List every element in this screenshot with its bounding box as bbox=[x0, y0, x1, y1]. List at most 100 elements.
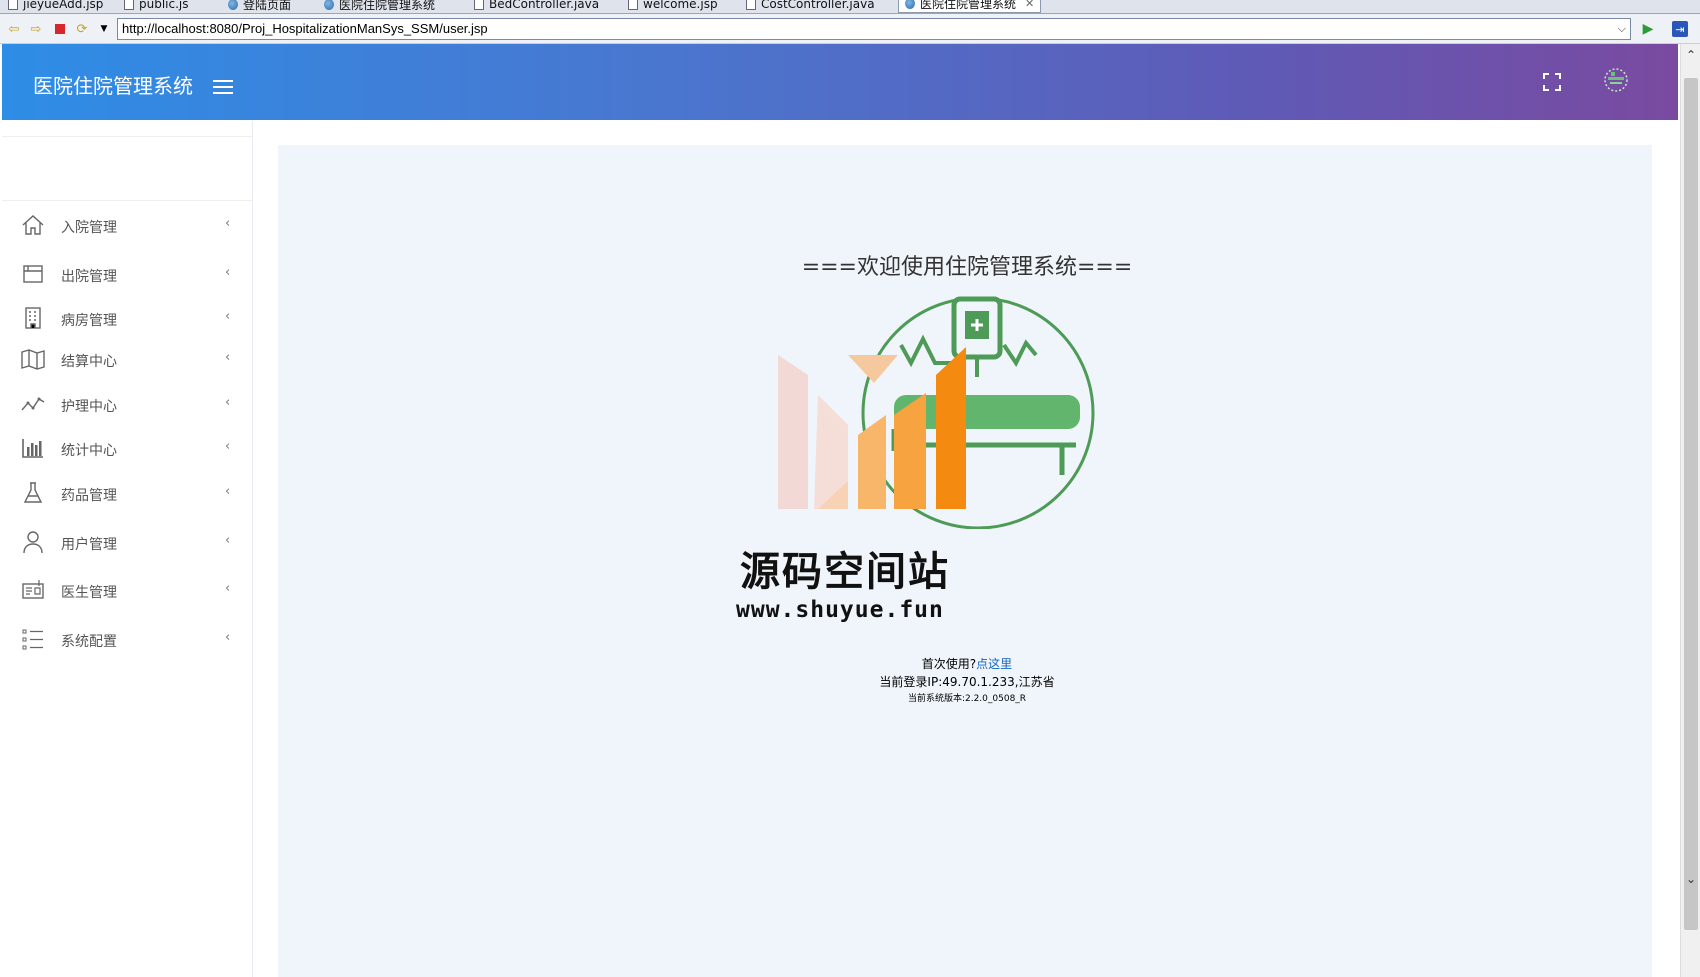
app-brand: 医院住院管理系统 bbox=[33, 74, 193, 98]
window-icon bbox=[23, 265, 43, 283]
globe-icon bbox=[905, 0, 915, 9]
file-icon bbox=[628, 0, 638, 10]
chevron-left-icon: ‹ bbox=[225, 630, 231, 645]
chevron-left-icon: ‹ bbox=[225, 395, 231, 410]
editor-tab[interactable]: CostController.java bbox=[740, 0, 881, 13]
page-scrollbar[interactable]: ⌃ ⌄ bbox=[1680, 44, 1700, 977]
menu-toggle-icon[interactable] bbox=[213, 80, 233, 96]
list-icon bbox=[22, 629, 43, 650]
file-icon bbox=[8, 0, 18, 10]
tab-label: 登陆页面 bbox=[243, 0, 292, 12]
editor-tab-strip: jieyueAdd.jsp public.js 登陆页面 医院住院管理系统 Be… bbox=[0, 0, 1700, 14]
building-icon bbox=[25, 307, 41, 329]
sidebar-item-label: 结算中心 bbox=[61, 354, 117, 370]
address-url: http://localhost:8080/Proj_Hospitalizati… bbox=[122, 21, 488, 36]
system-version: 当前系统版本:2.2.0_0508_R bbox=[907, 694, 1027, 704]
id-card-icon bbox=[22, 580, 44, 599]
chevron-down-icon[interactable]: ▼ bbox=[96, 21, 112, 37]
sidebar-item-nursing[interactable]: 护理中心 ‹ bbox=[2, 382, 253, 426]
editor-tab[interactable]: welcome.jsp bbox=[622, 0, 724, 13]
first-use-link[interactable]: 点这里 bbox=[976, 657, 1012, 671]
editor-tab-active[interactable]: 医院住院管理系统 ✕ bbox=[898, 0, 1042, 13]
user-icon bbox=[23, 531, 43, 554]
editor-tab[interactable]: public.js bbox=[118, 0, 195, 13]
chevron-left-icon: ‹ bbox=[225, 581, 231, 596]
welcome-title: ===欢迎使用住院管理系统=== bbox=[801, 255, 1133, 280]
chevron-left-icon: ‹ bbox=[225, 484, 231, 499]
sidebar-item-label: 系统配置 bbox=[61, 634, 117, 650]
sidebar-item-label: 病房管理 bbox=[61, 313, 117, 329]
editor-tab[interactable]: jieyueAdd.jsp bbox=[2, 0, 109, 13]
loading-icon[interactable] bbox=[1602, 66, 1630, 94]
chevron-left-icon: ‹ bbox=[225, 350, 231, 365]
file-icon bbox=[124, 0, 134, 10]
sidebar-item-config[interactable]: 系统配置 ‹ bbox=[2, 617, 253, 661]
file-icon bbox=[746, 0, 756, 10]
sidebar: 入院管理 ‹ 出院管理 ‹ 病房管理 ‹ 结算中心 ‹ 护理中心 ‹ 统计中心 … bbox=[2, 121, 253, 977]
tab-label: public.js bbox=[139, 0, 189, 11]
sidebar-item-label: 医生管理 bbox=[61, 585, 117, 601]
hospital-logo bbox=[778, 296, 1095, 529]
line-chart-icon bbox=[21, 397, 45, 411]
editor-tab[interactable]: BedController.java bbox=[468, 0, 605, 13]
globe-icon bbox=[324, 0, 334, 10]
divider bbox=[2, 136, 253, 137]
sidebar-item-label: 统计中心 bbox=[61, 443, 117, 459]
stop-icon[interactable] bbox=[52, 21, 68, 37]
bar-chart-icon bbox=[22, 439, 43, 458]
editor-tab[interactable]: 登陆页面 bbox=[222, 0, 297, 13]
first-use-line: 首次使用?点这里 bbox=[278, 655, 1656, 672]
map-icon bbox=[21, 349, 45, 370]
chevron-left-icon: ‹ bbox=[225, 265, 231, 280]
sidebar-item-users[interactable]: 用户管理 ‹ bbox=[2, 520, 253, 564]
sidebar-item-label: 入院管理 bbox=[61, 220, 117, 236]
chevron-left-icon: ‹ bbox=[225, 533, 231, 548]
chevron-down-icon[interactable]: ⌵ bbox=[1618, 19, 1626, 39]
scrollbar-thumb[interactable] bbox=[1684, 78, 1698, 930]
sidebar-item-statistics[interactable]: 统计中心 ‹ bbox=[2, 426, 253, 470]
sidebar-item-settlement[interactable]: 结算中心 ‹ bbox=[2, 337, 253, 381]
sidebar-item-label: 护理中心 bbox=[61, 399, 117, 415]
file-icon bbox=[474, 0, 484, 10]
sidebar-item-admission[interactable]: 入院管理 ‹ bbox=[2, 203, 253, 247]
sidebar-item-label: 用户管理 bbox=[61, 537, 117, 553]
first-use-text: 首次使用? bbox=[921, 657, 977, 671]
tab-label: welcome.jsp bbox=[643, 0, 718, 11]
divider bbox=[2, 200, 253, 201]
refresh-icon[interactable]: ⟳ bbox=[74, 21, 90, 37]
fullscreen-icon[interactable] bbox=[1542, 72, 1562, 92]
tab-label: 医院住院管理系统 bbox=[920, 0, 1017, 11]
chevron-left-icon: ‹ bbox=[225, 309, 231, 324]
login-ip: 当前登录IP:49.70.1.233,江苏省 bbox=[879, 675, 1055, 689]
back-icon[interactable]: ⇦ bbox=[6, 21, 22, 37]
site-name: 源码空间站 bbox=[740, 549, 950, 595]
flask-icon bbox=[23, 482, 43, 503]
welcome-panel: ===欢迎使用住院管理系统=== 源码空间站 www.shuyue.fun 首次… bbox=[278, 145, 1652, 977]
chevron-left-icon: ‹ bbox=[225, 439, 231, 454]
browser-toolbar: ⇦ ⇨ ⟳ ▼ http://localhost:8080/Proj_Hospi… bbox=[0, 14, 1700, 44]
sidebar-item-discharge[interactable]: 出院管理 ‹ bbox=[2, 252, 253, 296]
close-icon[interactable]: ✕ bbox=[1025, 0, 1034, 10]
app-header: 医院住院管理系统 bbox=[2, 44, 1678, 120]
address-input[interactable]: http://localhost:8080/Proj_Hospitalizati… bbox=[117, 18, 1631, 40]
editor-tab[interactable]: 医院住院管理系统 bbox=[318, 0, 441, 13]
sidebar-item-label: 药品管理 bbox=[61, 488, 117, 504]
main-content: ===欢迎使用住院管理系统=== 源码空间站 www.shuyue.fun 首次… bbox=[254, 121, 1680, 977]
go-icon[interactable]: ▶ bbox=[1640, 21, 1656, 37]
tab-label: 医院住院管理系统 bbox=[339, 0, 436, 12]
site-url: www.shuyue.fun bbox=[736, 597, 944, 623]
tab-label: CostController.java bbox=[761, 0, 875, 11]
globe-icon bbox=[228, 0, 238, 10]
chevron-left-icon: ‹ bbox=[225, 216, 231, 231]
forward-icon[interactable]: ⇨ bbox=[28, 21, 44, 37]
chevron-down-icon[interactable]: ⌄ bbox=[1681, 872, 1700, 890]
chevron-up-icon[interactable]: ⌃ bbox=[1681, 48, 1700, 66]
sidebar-item-pharmacy[interactable]: 药品管理 ‹ bbox=[2, 471, 253, 515]
external-browser-icon[interactable]: ⇥ bbox=[1672, 21, 1688, 37]
home-icon bbox=[22, 215, 44, 235]
sidebar-item-doctors[interactable]: 医生管理 ‹ bbox=[2, 568, 253, 612]
tab-label: BedController.java bbox=[489, 0, 600, 11]
tab-label: jieyueAdd.jsp bbox=[23, 0, 104, 11]
sidebar-item-ward[interactable]: 病房管理 ‹ bbox=[2, 296, 253, 340]
sidebar-item-label: 出院管理 bbox=[61, 269, 117, 285]
